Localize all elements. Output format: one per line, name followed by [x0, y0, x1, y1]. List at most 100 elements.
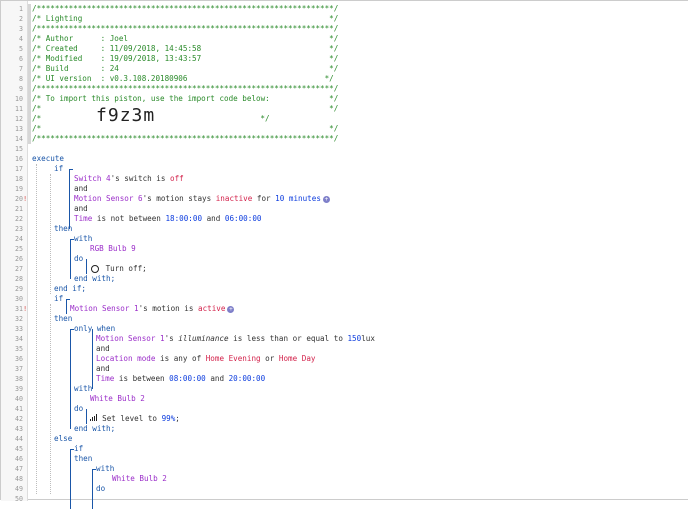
line-number: 27: [15, 265, 23, 273]
code-line: do: [74, 254, 83, 264]
code-text: is between: [114, 374, 170, 383]
state-value[interactable]: active: [198, 304, 225, 313]
comment-block-bar: [28, 4, 31, 144]
keyword: if: [54, 164, 64, 173]
else-with-tick: [92, 469, 96, 470]
code-line: /* f9z3m */: [32, 107, 270, 125]
line-number: 28: [15, 275, 23, 283]
code-line: and: [96, 364, 110, 374]
line-number: 46: [15, 455, 23, 463]
state-value[interactable]: inactive: [216, 194, 253, 203]
line-number: 42: [15, 415, 23, 423]
numeric-value[interactable]: 08:00:00: [169, 374, 206, 383]
line-number: 43: [15, 425, 23, 433]
with-block-bracket: [70, 239, 71, 279]
comment-text: /* Author : Joel */: [32, 34, 339, 43]
device-name[interactable]: Motion Sensor 1: [70, 304, 139, 313]
comment-text: /***************************************…: [32, 84, 339, 93]
condition-group-bracket: [69, 169, 70, 229]
add-condition-icon[interactable]: +: [227, 305, 235, 313]
line-number: 25: [15, 245, 23, 253]
device-name[interactable]: Time: [74, 214, 92, 223]
line-number: 32: [15, 315, 23, 323]
state-value[interactable]: Home Evening: [206, 354, 261, 363]
line-number: 49: [15, 485, 23, 493]
keyword: then: [74, 454, 93, 463]
comment-text: /* To import this piston, use the import…: [32, 94, 339, 103]
code-text: and: [74, 184, 88, 193]
code-line: with: [74, 384, 92, 394]
warning-marker-icon[interactable]: !: [23, 304, 28, 314]
device-name[interactable]: Location mode: [96, 354, 155, 363]
numeric-value[interactable]: 18:00:00: [165, 214, 202, 223]
code-text: is less than or equal to: [228, 334, 348, 343]
if2-condition-bracket: [66, 299, 67, 314]
device-name[interactable]: RGB Bulb 9: [90, 244, 136, 253]
only-when-tick: [70, 329, 74, 330]
code-text: is not between: [92, 214, 166, 223]
code-line: execute: [32, 154, 64, 164]
code-text: 's: [164, 334, 179, 343]
code-text: 's motion stays: [142, 194, 216, 203]
condition-group-tick: [69, 169, 73, 170]
do-block-bracket: [86, 259, 87, 274]
numeric-value[interactable]: 10 minutes: [275, 194, 321, 203]
code-line: /* Modified : 19/09/2018, 13:43:57 */: [32, 54, 338, 64]
code-line: end with;: [74, 274, 115, 284]
device-name[interactable]: White Bulb 2: [90, 394, 145, 403]
code-line: /* To import this piston, use the import…: [32, 94, 338, 104]
numeric-value[interactable]: 20:00:00: [229, 374, 266, 383]
numeric-value[interactable]: 06:00:00: [225, 214, 262, 223]
numeric-value[interactable]: 99%: [162, 414, 176, 423]
comment-text: /***************************************…: [32, 4, 339, 13]
code-line: Set level to 99%;: [90, 414, 180, 424]
line-number: 41: [15, 405, 23, 413]
line-number: 40: [15, 395, 23, 403]
device-name[interactable]: Time: [96, 374, 114, 383]
numeric-value[interactable]: 150: [347, 334, 361, 343]
code-line: Motion Sensor 1's illuminance is less th…: [96, 334, 375, 344]
line-number: 10: [15, 95, 23, 103]
else-if-bracket: [70, 449, 71, 509]
if2-block-guide: [50, 304, 51, 494]
code-line: /***************************************…: [32, 24, 338, 34]
device-name[interactable]: Motion Sensor 1: [96, 334, 165, 343]
code-line: /***************************************…: [32, 4, 338, 14]
do2-block-bracket: [86, 409, 87, 424]
code-line: if: [74, 444, 83, 454]
comment-text: */: [187, 114, 270, 123]
device-name[interactable]: Motion Sensor 6: [74, 194, 143, 203]
if2-condition-tick: [66, 299, 70, 300]
line-number: 11: [15, 105, 23, 113]
line-number: 35: [15, 345, 23, 353]
keyword: else: [54, 434, 73, 443]
line-number-gutter: 1 2 3 4 5 6 7 8 9 10 11 12 13 14 15 16 17 18 19 20! 21 22 23 24…: [1, 1, 28, 503]
code-line: and: [74, 204, 88, 214]
code-line: end if;: [54, 284, 86, 294]
code-line: if: [54, 164, 63, 174]
keyword: with: [74, 234, 93, 243]
device-name[interactable]: Switch 4: [74, 174, 111, 183]
state-value[interactable]: Home Day: [279, 354, 316, 363]
comment-text: /* */: [32, 124, 339, 133]
line-number: 19: [15, 185, 23, 193]
warning-marker-icon[interactable]: !: [23, 194, 28, 204]
line-number: 22: [15, 215, 23, 223]
device-name[interactable]: White Bulb 2: [112, 474, 167, 483]
comment-text: /* Modified : 19/09/2018, 13:43:57 */: [32, 54, 339, 63]
line-number: 37: [15, 365, 23, 373]
comment-text: /* UI version : v0.3.108.20180906 */: [32, 74, 334, 83]
code-line: only when: [74, 324, 115, 334]
keyword: if: [74, 444, 84, 453]
keyword: end with;: [74, 274, 116, 283]
line-number: 8: [19, 75, 23, 83]
add-condition-icon[interactable]: +: [322, 195, 330, 203]
keyword: only when: [74, 324, 116, 333]
line-number: 26: [15, 255, 23, 263]
state-value[interactable]: off: [170, 174, 184, 183]
line-number: 29: [15, 285, 23, 293]
code-line: /* */: [32, 124, 338, 134]
line-number: 18: [15, 175, 23, 183]
keyword: do: [74, 254, 84, 263]
